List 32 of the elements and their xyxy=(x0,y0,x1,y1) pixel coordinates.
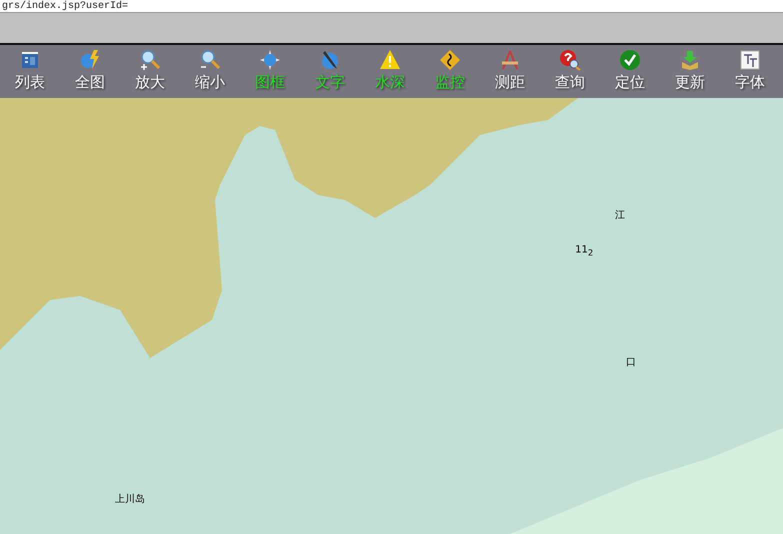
zoom-out-icon xyxy=(199,49,221,71)
toolbar-button[interactable]: 放大 xyxy=(120,45,180,98)
font-icon xyxy=(739,49,761,71)
toolbar-button[interactable]: 全图 xyxy=(60,45,120,98)
toolbar-button[interactable]: 水深 xyxy=(360,45,420,98)
toolbar-button[interactable]: 定位 xyxy=(600,45,660,98)
toolbar-button[interactable]: 监控 xyxy=(420,45,480,98)
map-label: 口 xyxy=(626,356,636,369)
map-label: 上川岛 xyxy=(114,492,145,506)
zoom-in-icon xyxy=(139,49,161,71)
winding-road-sign-icon xyxy=(439,49,461,71)
toolbar-button[interactable]: 测距 xyxy=(480,45,540,98)
warning-icon xyxy=(379,49,401,71)
film-list-icon xyxy=(19,49,41,71)
toolbar-button[interactable]: 缩小 xyxy=(180,45,240,98)
globe-pen-icon xyxy=(319,49,341,71)
toolbar-button[interactable]: 列表 xyxy=(0,45,60,98)
toolbar-button[interactable]: 图框 xyxy=(240,45,300,98)
check-icon xyxy=(619,49,641,71)
toolbar-button[interactable]: 字体 xyxy=(720,45,780,98)
drafting-compass-icon xyxy=(499,49,521,71)
address-bar[interactable]: grs/index.jsp?userId= xyxy=(0,0,783,13)
map-label: 11$_{2}$ xyxy=(575,244,594,258)
toolbar-button[interactable]: 文字 xyxy=(300,45,360,98)
download-box-icon xyxy=(679,49,701,71)
globe-star-icon xyxy=(259,49,281,71)
globe-lightning-icon xyxy=(79,49,101,71)
question-magnifier-icon xyxy=(559,49,581,71)
toolbar-button[interactable]: 查询 xyxy=(540,45,600,98)
map-label: 江 xyxy=(615,208,626,222)
address-text: grs/index.jsp?userId= xyxy=(2,0,128,12)
toolbar-button[interactable]: 更新 xyxy=(660,45,720,98)
